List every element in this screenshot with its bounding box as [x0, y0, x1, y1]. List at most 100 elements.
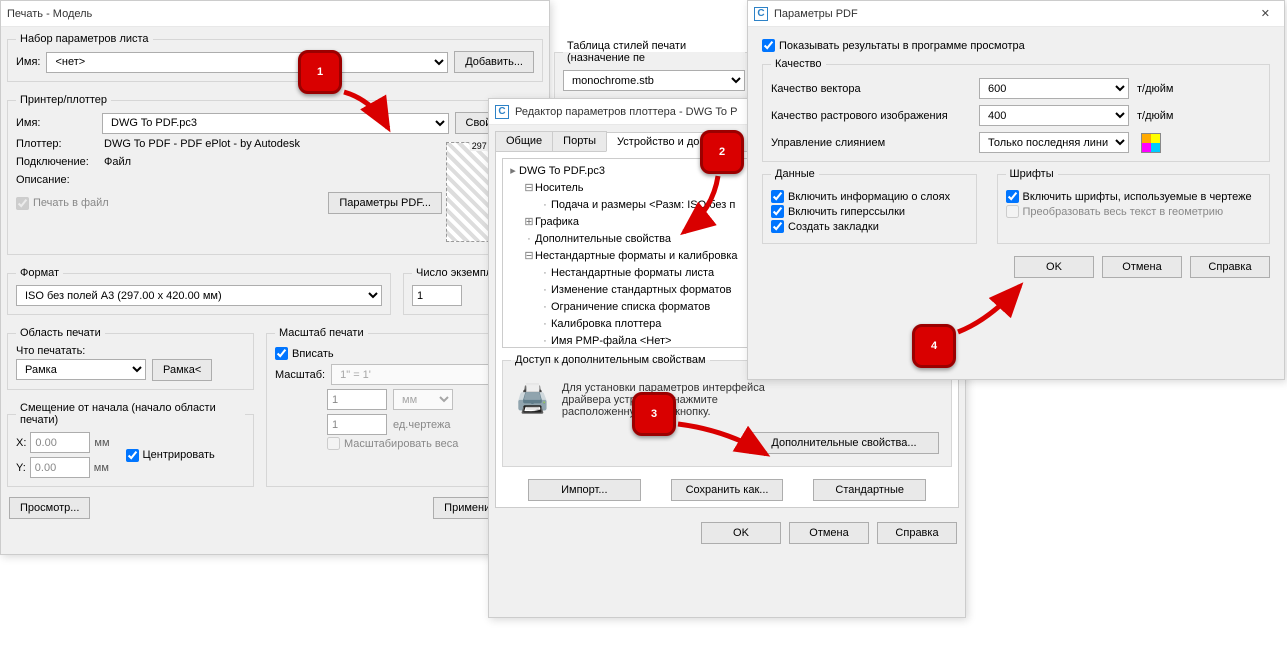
tree-addprops[interactable]: Дополнительные свойства: [535, 233, 671, 245]
area-legend: Область печати: [16, 327, 105, 339]
quality-group: Качество Качество вектора 600 т/дюйм Кач…: [762, 58, 1270, 162]
convert-text-label: Преобразовать весь текст в геометрию: [1023, 206, 1224, 218]
plotter-ok-button[interactable]: OK: [701, 522, 781, 544]
print-to-file-checkbox: [16, 197, 29, 210]
tree-pmp[interactable]: Имя PMP-файла <Нет>: [551, 335, 671, 347]
print-titlebar[interactable]: Печать - Модель: [1, 1, 549, 27]
y-label: Y:: [16, 462, 26, 474]
desc-label: Описание:: [16, 174, 104, 186]
defaults-button[interactable]: Стандартные: [813, 479, 926, 501]
printer-icon: 🖨️: [515, 382, 550, 415]
merge-color-icon: [1141, 133, 1161, 153]
rast-unit: т/дюйм: [1137, 110, 1173, 122]
printer-name-label: Имя:: [16, 117, 96, 129]
table-styles-group: Таблица стилей печати (назначение пе mon…: [554, 40, 754, 100]
rast-select[interactable]: 400: [979, 105, 1129, 126]
print-dialog: Печать - Модель Набор параметров листа И…: [0, 0, 550, 555]
frame-button[interactable]: Рамка<: [152, 359, 212, 381]
show-results-label: Показывать результаты в программе просмо…: [779, 40, 1025, 52]
pageset-add-button[interactable]: Добавить...: [454, 51, 534, 73]
tree-nonstd-sheet[interactable]: Нестандартные форматы листа: [551, 267, 714, 279]
y-input[interactable]: [30, 457, 90, 478]
offset-legend: Смещение от начала (начало области печат…: [16, 402, 245, 426]
printer-legend: Принтер/плоттер: [16, 94, 111, 106]
plotter-value: DWG To PDF - PDF ePlot - by Autodesk: [104, 138, 300, 150]
tree-chg-std[interactable]: Изменение стандартных форматов: [551, 284, 731, 296]
arrow-4: [954, 280, 1034, 340]
close-icon[interactable]: ✕: [1253, 7, 1278, 20]
scale-legend: Масштаб печати: [275, 327, 368, 339]
units-label: ед.чертежа: [393, 419, 450, 431]
inc-layers-checkbox[interactable]: [771, 190, 784, 203]
vec-unit: т/дюйм: [1137, 83, 1173, 95]
pdf-params-button[interactable]: Параметры PDF...: [328, 192, 442, 214]
tree-root[interactable]: DWG To PDF.pc3: [519, 165, 605, 177]
format-legend: Формат: [16, 267, 63, 279]
inc-layers-label: Включить информацию о слоях: [788, 191, 950, 203]
tree-nonstd[interactable]: Нестандартные форматы и калибровка: [535, 250, 738, 262]
inc-fonts-label: Включить шрифты, используемые в чертеже: [1023, 191, 1252, 203]
tree-carrier[interactable]: Носитель: [535, 182, 584, 194]
pageset-name-label: Имя:: [16, 56, 40, 68]
pdf-ok-button[interactable]: OK: [1014, 256, 1094, 278]
center-label: Центрировать: [143, 449, 215, 461]
pageset-group: Набор параметров листа Имя: <нет> Добави…: [7, 33, 543, 82]
conn-value: Файл: [104, 156, 131, 168]
print-title: Печать - Модель: [7, 8, 92, 20]
access-legend: Доступ к дополнительным свойствам: [511, 354, 710, 366]
tree-graphics[interactable]: Графика: [535, 216, 579, 228]
pageset-name-select[interactable]: <нет>: [46, 52, 448, 73]
convert-text-checkbox: [1006, 205, 1019, 218]
show-results-checkbox[interactable]: [762, 39, 775, 52]
additional-props-button[interactable]: Дополнительные свойства...: [749, 432, 939, 454]
pdf-titlebar[interactable]: C Параметры PDF ✕: [748, 1, 1284, 27]
tab-ports[interactable]: Порты: [552, 131, 607, 151]
plotter-help-button[interactable]: Справка: [877, 522, 957, 544]
plotter-cancel-button[interactable]: Отмена: [789, 522, 869, 544]
x-label: X:: [16, 437, 26, 449]
tab-general[interactable]: Общие: [495, 131, 553, 151]
mm-input: [327, 389, 387, 410]
table-styles-legend: Таблица стилей печати (назначение пе: [563, 40, 745, 64]
plotter-label: Плоттер:: [16, 138, 104, 150]
fonts-legend: Шрифты: [1006, 168, 1058, 180]
inc-links-label: Включить гиперссылки: [788, 206, 905, 218]
conn-label: Подключение:: [16, 156, 104, 168]
vec-label: Качество вектора: [771, 83, 971, 95]
arrow-2: [678, 174, 738, 244]
pdf-help-button[interactable]: Справка: [1190, 256, 1270, 278]
inc-fonts-checkbox[interactable]: [1006, 190, 1019, 203]
mm-unit-select: мм: [393, 389, 453, 410]
table-styles-select[interactable]: monochrome.stb: [563, 70, 745, 91]
scale-weights-label: Масштабировать веса: [344, 438, 458, 450]
center-checkbox[interactable]: [126, 449, 139, 462]
callout-1: 1: [298, 50, 342, 94]
what-select[interactable]: Рамка: [16, 359, 146, 380]
inc-links-checkbox[interactable]: [771, 205, 784, 218]
merge-select[interactable]: Только последняя линия: [979, 132, 1129, 153]
print-to-file-label: Печать в файл: [33, 197, 109, 209]
inc-bookmarks-checkbox[interactable]: [771, 220, 784, 233]
import-button[interactable]: Импорт...: [528, 479, 641, 501]
scale-label: Масштаб:: [275, 369, 325, 381]
fit-checkbox[interactable]: [275, 347, 288, 360]
saveas-button[interactable]: Сохранить как...: [671, 479, 784, 501]
rast-label: Качество растрового изображения: [771, 110, 971, 122]
pdf-cancel-button[interactable]: Отмена: [1102, 256, 1182, 278]
units-input: [327, 414, 387, 435]
tree-limit-formats[interactable]: Ограничение списка форматов: [551, 301, 710, 313]
quality-legend: Качество: [771, 58, 826, 70]
preview-button[interactable]: Просмотр...: [9, 497, 90, 519]
merge-label: Управление слиянием: [771, 137, 971, 149]
tree-calib[interactable]: Калибровка плоттера: [551, 318, 661, 330]
app-icon-pdf: C: [754, 7, 768, 21]
pdf-title: Параметры PDF: [774, 8, 858, 20]
what-label: Что печатать:: [16, 345, 245, 357]
callout-2: 2: [700, 130, 744, 174]
vec-select[interactable]: 600: [979, 78, 1129, 99]
copies-input[interactable]: [412, 285, 462, 306]
x-input[interactable]: [30, 432, 90, 453]
x-unit: мм: [94, 437, 109, 449]
data-group: Данные Включить информацию о слоях Включ…: [762, 168, 977, 244]
format-select[interactable]: ISO без полей A3 (297.00 x 420.00 мм): [16, 285, 382, 306]
